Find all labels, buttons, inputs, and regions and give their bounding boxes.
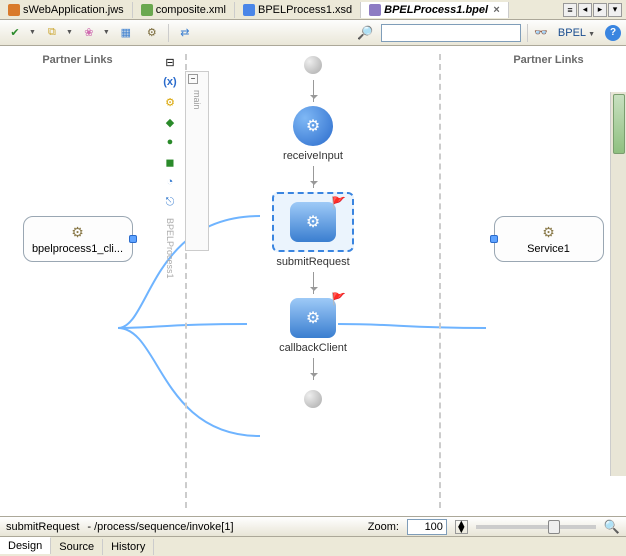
palette-button[interactable]: ❀ [79,23,99,43]
tab-composite[interactable]: composite.xml [133,2,235,18]
bookmark-button[interactable]: ⧉ [42,23,62,43]
receive-icon: ⚙ [293,106,333,146]
fit-button[interactable]: 🔍 [604,519,620,535]
partner-service1[interactable]: ⚙ Service1 [494,216,604,262]
bpel-icon [369,4,381,16]
node-submitrequest[interactable]: ⚙🚩 submitRequest [272,192,354,268]
end-node[interactable] [304,390,322,408]
zoom-input[interactable] [407,519,447,535]
tab-next-button[interactable]: ▸ [593,3,607,17]
arrow-icon [313,358,314,380]
arrow-icon [313,272,314,294]
validate-button[interactable]: ✔ [5,23,25,43]
tab-label: BPELProcess1.xsd [258,4,352,16]
arrow-icon [313,166,314,188]
gear-button[interactable]: ⚙ [142,23,162,43]
search-input[interactable] [381,24,521,42]
help-button[interactable]: ? [605,25,621,41]
flag-icon: 🚩 [331,292,346,306]
process-column: ⊟ (x) ⚙ ◆ ● ◼ ◔ ⎋ BPELProcess1 − main ⚙ … [155,46,471,516]
zoom-spinner[interactable]: ▲▼ [455,520,468,534]
selection-path: - /process/sequence/invoke[1] [87,521,233,533]
tab-xsd[interactable]: BPELProcess1.xsd [235,2,361,18]
glasses-icon: 👓 [534,26,548,39]
node-receiveinput[interactable]: ⚙ receiveInput [283,106,343,162]
scrollbar-thumb[interactable] [613,94,625,154]
flag-icon: 🚩 [331,196,346,210]
node-label: submitRequest [276,256,349,268]
tab-menu-button[interactable]: ▾ [608,3,622,17]
partner-bpelprocess1-client[interactable]: ⚙ bpelprocess1_cli... [23,216,133,262]
tab-bpel[interactable]: BPELProcess1.bpel × [361,2,508,18]
invoke-icon: ⚙🚩 [290,202,336,242]
gear-icon: ⚙ [71,224,84,241]
view-tabs: Design Source History [0,536,626,556]
xml-icon [141,4,153,16]
gear-icon: ⚙ [542,224,555,241]
tab-label: composite.xml [156,4,226,16]
node-callbackclient[interactable]: ⚙🚩 callbackClient [279,298,347,354]
status-bar: submitRequest - /process/sequence/invoke… [0,516,626,536]
tab-source[interactable]: Source [51,539,103,555]
xsd-icon [243,4,255,16]
process-flow: ⚙ receiveInput ⚙🚩 submitRequest ⚙🚩 callb… [155,46,471,516]
tab-history[interactable]: History [103,539,154,555]
node-label: receiveInput [283,150,343,162]
editor-tabs: sWebApplication.jws composite.xml BPELPr… [0,0,626,20]
port-icon[interactable] [129,235,137,243]
partner-links-title: Partner Links [513,54,583,66]
toolbar: ✔▼ ⧉▼ ❀▼ ▦ ⚙ ⇄ 🔎 👓 BPEL▼ ? [0,20,626,46]
close-icon[interactable]: × [493,4,499,16]
tab-label: BPELProcess1.bpel [384,4,488,16]
layout-button[interactable]: ▦ [116,23,136,43]
partner-label: Service1 [527,243,570,255]
link-button[interactable]: ⇄ [175,23,195,43]
partner-links-title: Partner Links [42,54,112,66]
left-partner-column: Partner Links ⚙ bpelprocess1_cli... [0,46,155,516]
start-node[interactable] [304,56,322,74]
tab-design[interactable]: Design [0,537,51,554]
tab-prev-button[interactable]: ◂ [578,3,592,17]
node-label: callbackClient [279,342,347,354]
java-icon [8,4,20,16]
separator [527,24,528,42]
slider-thumb[interactable] [548,520,560,534]
arrow-icon [313,80,314,102]
tab-list-button[interactable]: ≡ [563,3,577,17]
selection-name: submitRequest [6,521,79,533]
tab-label: sWebApplication.jws [23,4,124,16]
separator [168,24,169,42]
right-partner-column: Partner Links ⚙ Service1 [471,46,626,516]
invoke-icon: ⚙🚩 [290,298,336,338]
tab-nav: ≡ ◂ ▸ ▾ [563,3,626,17]
design-canvas[interactable]: Partner Links ⚙ bpelprocess1_cli... ⊟ (x… [0,46,626,516]
partner-label: bpelprocess1_cli... [32,243,123,255]
bpel-mode-button[interactable]: BPEL▼ [554,27,599,39]
tab-jws[interactable]: sWebApplication.jws [0,2,133,18]
zoom-label: Zoom: [368,521,399,533]
port-icon[interactable] [490,235,498,243]
find-button[interactable]: 🔎 [355,23,375,43]
zoom-slider[interactable] [476,525,596,529]
vertical-scrollbar[interactable] [610,92,626,476]
